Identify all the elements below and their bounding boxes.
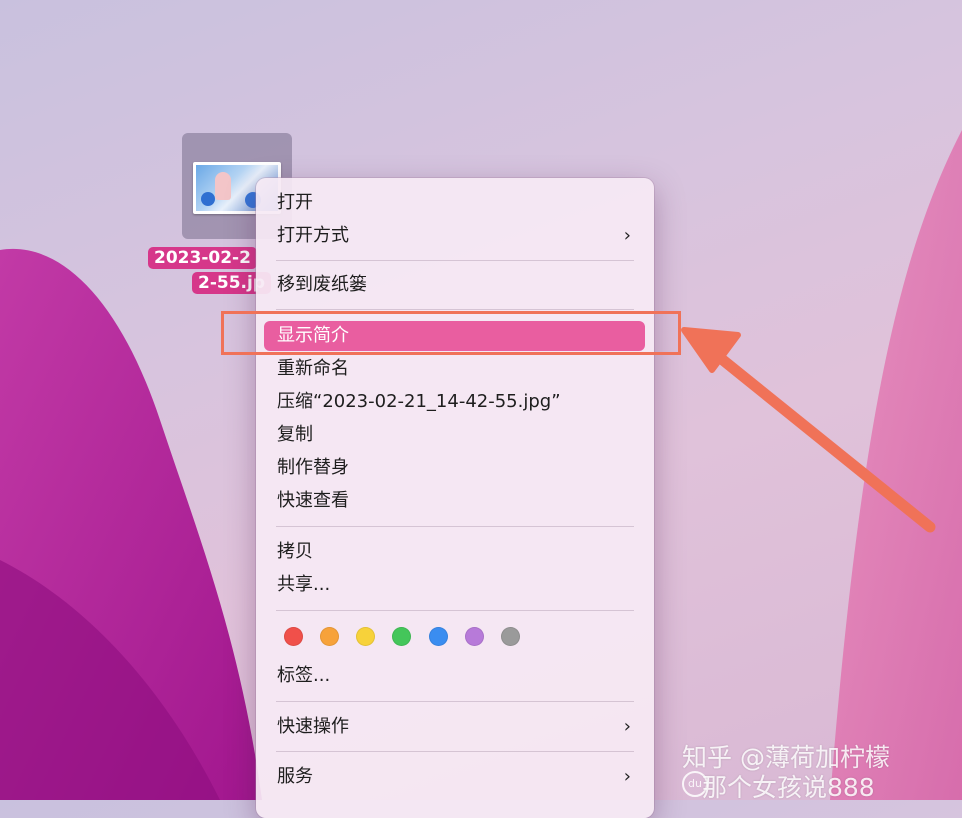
watermark: 知乎 @薄荷加柠檬 du 那个女孩说888 [682,738,962,802]
watermark-text: 那个女孩说888 [702,773,875,802]
annotation-arrow [681,327,936,533]
